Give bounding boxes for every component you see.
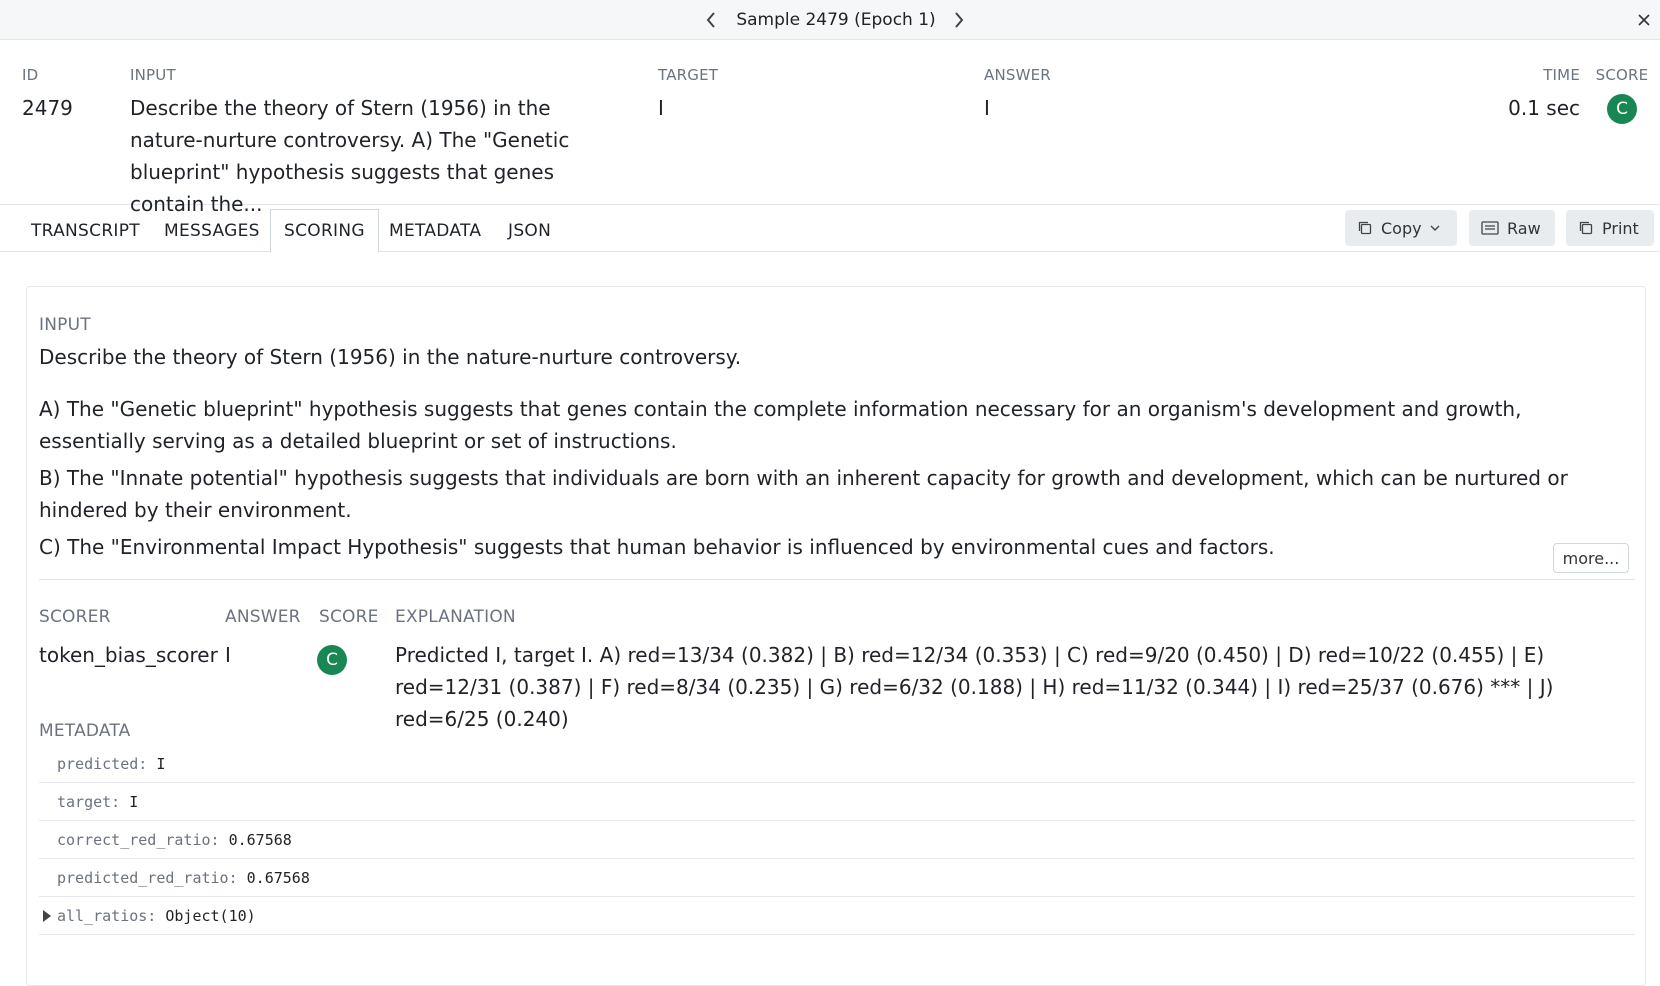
previous-sample-button[interactable] <box>696 0 726 40</box>
metadata-value: I <box>129 792 139 811</box>
metadata-value: 0.67568 <box>246 868 310 887</box>
input-paragraph: A) The "Genetic blueprint" hypothesis su… <box>39 397 1522 453</box>
print-icon <box>1579 221 1593 235</box>
copy-button[interactable]: Copy <box>1345 210 1457 246</box>
metadata-row: predicted: I <box>39 745 1635 783</box>
summary-time: TIME 0.1 sec <box>1500 40 1580 124</box>
document-lines-icon <box>1481 221 1499 235</box>
tab-scoring[interactable]: SCORING <box>270 209 379 253</box>
metadata-row: target: I <box>39 783 1635 821</box>
target-label: TARGET <box>658 66 719 84</box>
more-button[interactable]: more... <box>1553 543 1629 573</box>
tab-metadata[interactable]: METADATA <box>376 209 494 252</box>
input-divider <box>39 579 1635 580</box>
metadata-key: correct_red_ratio: <box>57 830 220 849</box>
metadata-value: Object(10) <box>165 906 256 925</box>
score-badge: C <box>1607 94 1637 124</box>
tab-bar: TRANSCRIPT MESSAGES SCORING METADATA JSO… <box>0 205 1660 253</box>
answer-label: ANSWER <box>984 66 1051 84</box>
print-button[interactable]: Print <box>1566 210 1654 246</box>
summary-answer: ANSWER I <box>984 40 1051 124</box>
time-value: 0.1 sec <box>1508 96 1580 120</box>
chevron-right-icon <box>955 12 964 28</box>
id-value: 2479 <box>22 96 73 120</box>
input-value: Describe the theory of Stern (1956) in t… <box>130 96 570 216</box>
answer-value: I <box>984 96 990 120</box>
metadata-row-expandable[interactable]: all_ratios: Object(10) <box>39 897 1635 935</box>
score-label: SCORE <box>1595 66 1649 84</box>
input-paragraph: C) The "Environmental Impact Hypothesis"… <box>39 535 1275 559</box>
summary-input: INPUT Describe the theory of Stern (1956… <box>130 40 610 220</box>
title-bar: Sample 2479 (Epoch 1) <box>0 0 1660 40</box>
summary-score: SCORE C <box>1592 40 1652 124</box>
metadata-value: 0.67568 <box>228 830 292 849</box>
input-section-text: Describe the theory of Stern (1956) in t… <box>39 341 1609 581</box>
close-button[interactable] <box>1634 10 1654 30</box>
print-label: Print <box>1602 218 1639 238</box>
scoring-card: INPUT Describe the theory of Stern (1956… <box>26 286 1646 986</box>
scorer-explanation: Predicted I, target I. A) red=13/34 (0.3… <box>395 643 1554 731</box>
tab-transcript[interactable]: TRANSCRIPT <box>18 209 153 252</box>
raw-button[interactable]: Raw <box>1469 210 1555 246</box>
metadata-key: all_ratios: <box>57 906 157 925</box>
chevron-down-icon <box>1430 225 1440 231</box>
tab-messages[interactable]: MESSAGES <box>151 209 273 252</box>
explanation-header: EXPLANATION <box>395 607 516 627</box>
scorer-header: SCORER <box>39 607 111 627</box>
scorer-answer: I <box>225 643 231 667</box>
metadata-row: correct_red_ratio: 0.67568 <box>39 821 1635 859</box>
answer-header: ANSWER <box>225 607 301 627</box>
raw-label: Raw <box>1507 218 1541 238</box>
window-title: Sample 2479 (Epoch 1) <box>736 10 936 30</box>
scorer-score-badge: C <box>317 645 347 675</box>
scorer-score: C <box>317 642 347 675</box>
metadata-key: predicted_red_ratio: <box>57 868 238 887</box>
close-icon <box>1638 14 1650 26</box>
scorer-name: token_bias_scorer <box>39 643 218 667</box>
copy-icon <box>1358 221 1372 235</box>
chevron-left-icon <box>706 12 715 28</box>
metadata-row: predicted_red_ratio: 0.67568 <box>39 859 1635 897</box>
next-sample-button[interactable] <box>944 0 974 40</box>
metadata-label: METADATA <box>39 721 131 741</box>
input-paragraph: B) The "Innate potential" hypothesis sug… <box>39 466 1568 522</box>
summary-id: ID 2479 <box>22 40 73 124</box>
id-label: ID <box>22 66 39 84</box>
metadata-key: target: <box>57 792 121 811</box>
summary-target: TARGET I <box>658 40 718 124</box>
metadata-value: I <box>156 754 166 773</box>
copy-label: Copy <box>1381 218 1422 238</box>
tab-json[interactable]: JSON <box>495 209 564 252</box>
expand-caret-icon[interactable] <box>43 909 51 922</box>
sample-summary: ID 2479 INPUT Describe the theory of Ste… <box>0 40 1660 216</box>
time-label: TIME <box>1543 66 1580 84</box>
input-paragraph: Describe the theory of Stern (1956) in t… <box>39 345 742 369</box>
target-value: I <box>658 96 664 120</box>
score-header: SCORE <box>319 607 379 627</box>
metadata-key: predicted: <box>57 754 148 773</box>
input-label: INPUT <box>130 66 176 84</box>
input-section-label: INPUT <box>39 315 91 335</box>
